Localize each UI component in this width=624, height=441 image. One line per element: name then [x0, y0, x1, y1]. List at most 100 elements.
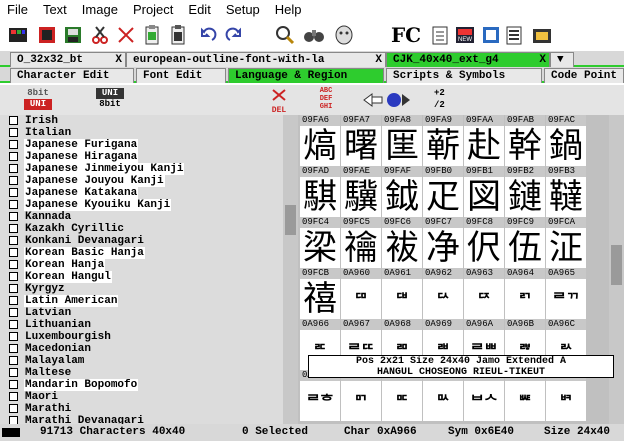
new-icon[interactable]: [4, 23, 32, 47]
language-checkbox[interactable]: [9, 416, 18, 424]
glyph-cell[interactable]: 0A961 ᄃᄇ: [382, 268, 422, 320]
list-item[interactable]: Japanese Katakana: [0, 187, 283, 199]
language-checkbox[interactable]: [9, 332, 18, 341]
language-checkbox[interactable]: [9, 320, 18, 329]
scale-button[interactable]: +2 /2: [434, 87, 460, 113]
list-item[interactable]: Kazakh Cyrillic: [0, 223, 283, 235]
list-item[interactable]: Japanese Jouyou Kanji: [0, 175, 283, 187]
tab-file-1[interactable]: european-outline-font-with-la X: [126, 52, 386, 67]
redo-icon[interactable]: [222, 23, 246, 47]
open-icon[interactable]: [34, 23, 60, 47]
convert-8bit-to-uni-button[interactable]: 8bit UNI: [24, 88, 52, 112]
tab-character-edit[interactable]: Character Edit: [10, 68, 134, 83]
list-item[interactable]: Mandarin Bopomofo: [0, 379, 283, 391]
glyph-cell[interactable]: 09FC5 禴: [341, 217, 381, 269]
list-item[interactable]: Korean Hanja: [0, 259, 283, 271]
glyph-cell[interactable]: 09FAC 鍋: [546, 115, 586, 167]
menu-image[interactable]: Image: [75, 0, 126, 20]
list-item[interactable]: Lithuanian: [0, 319, 283, 331]
glyph-cell[interactable]: 0A964 ᄅᄀ: [505, 268, 545, 320]
list-item[interactable]: Kyrgyz: [0, 283, 283, 295]
list-item[interactable]: Maltese: [0, 367, 283, 379]
language-checkbox[interactable]: [9, 224, 18, 233]
glyph-cell[interactable]: 09FA8 匩: [382, 115, 422, 167]
list-item[interactable]: Irish: [0, 115, 283, 127]
glyph-cell[interactable]: 09FB0 疋: [423, 166, 463, 218]
list-item[interactable]: Maori: [0, 391, 283, 403]
menu-setup[interactable]: Setup: [219, 0, 268, 20]
list-item[interactable]: Japanese Jinmeiyou Kanji: [0, 163, 283, 175]
menu-help[interactable]: Help: [268, 0, 310, 20]
scrollbar-thumb[interactable]: [611, 245, 622, 285]
language-checkbox[interactable]: [9, 368, 18, 377]
close-icon[interactable]: X: [375, 53, 382, 67]
tab-file-0[interactable]: O_32x32_bt X: [10, 52, 126, 67]
glyph-cell[interactable]: 09FB3 韃: [546, 166, 586, 218]
close-icon[interactable]: X: [539, 53, 546, 67]
glyph-cell[interactable]: 09FAF 鉞: [382, 166, 422, 218]
language-checkbox[interactable]: [9, 152, 18, 161]
glyph-cell[interactable]: 09FAD 騏: [300, 166, 340, 218]
face-icon[interactable]: [330, 23, 358, 47]
language-checkbox[interactable]: [9, 272, 18, 281]
glyph-cell[interactable]: 09FAE 驥: [341, 166, 381, 218]
undo-icon[interactable]: [196, 23, 220, 47]
language-checkbox[interactable]: [9, 404, 18, 413]
glyph-cell[interactable]: 09FA9 蕲: [423, 115, 463, 167]
glyph-cell[interactable]: 09FCB 禧: [300, 268, 340, 320]
list-item[interactable]: Japanese Furigana: [0, 139, 283, 151]
glyph-cell[interactable]: 09FAA 赴: [464, 115, 504, 167]
binoculars-icon[interactable]: [300, 23, 328, 47]
delete-button[interactable]: DEL: [266, 88, 292, 115]
find-icon[interactable]: [272, 23, 298, 47]
language-checkbox[interactable]: [9, 392, 18, 401]
folder-icon[interactable]: [528, 23, 556, 47]
language-checkbox[interactable]: [9, 260, 18, 269]
list-item[interactable]: Italian: [0, 127, 283, 139]
paste-icon[interactable]: [140, 23, 164, 47]
fc-icon[interactable]: FC: [386, 23, 426, 47]
language-checkbox[interactable]: [9, 188, 18, 197]
convert-uni-to-8bit-button[interactable]: UNI 8bit: [96, 88, 124, 112]
menu-file[interactable]: File: [0, 0, 36, 20]
copy-icon[interactable]: [114, 23, 138, 47]
glyph-cell[interactable]: 09FB2 鏈: [505, 166, 545, 218]
menu-text[interactable]: Text: [36, 0, 75, 20]
language-checkbox[interactable]: [9, 212, 18, 221]
language-checkbox[interactable]: [9, 344, 18, 353]
language-checkbox[interactable]: [9, 116, 18, 125]
list-item[interactable]: Malayalam: [0, 355, 283, 367]
list-item[interactable]: Konkani Devanagari: [0, 235, 283, 247]
list-item[interactable]: Japanese Hiragana: [0, 151, 283, 163]
list-item[interactable]: Marathi: [0, 403, 283, 415]
glyph-cell[interactable]: 09FB1 図: [464, 166, 504, 218]
language-checkbox[interactable]: [9, 284, 18, 293]
list-item[interactable]: Kannada: [0, 211, 283, 223]
swap-icon[interactable]: [362, 91, 412, 109]
tab-font-edit[interactable]: Font Edit: [136, 68, 226, 83]
clipboard-icon[interactable]: [166, 23, 190, 47]
glyph-cell[interactable]: 09FAB 幹: [505, 115, 545, 167]
glyph-cell[interactable]: 09FC6 袚: [382, 217, 422, 269]
tab-language-region[interactable]: Language & Region: [228, 68, 384, 83]
notepad-icon[interactable]: [428, 23, 452, 47]
language-checkbox[interactable]: [9, 200, 18, 209]
glyph-cell[interactable]: 09FC7 净: [423, 217, 463, 269]
language-checkbox[interactable]: [9, 356, 18, 365]
list-item[interactable]: Latvian: [0, 307, 283, 319]
glyph-cell[interactable]: 09FC8 伬: [464, 217, 504, 269]
list-item[interactable]: Japanese Kyouiku Kanji: [0, 199, 283, 211]
tab-scripts-symbols[interactable]: Scripts & Symbols: [386, 68, 542, 83]
glyph-cell[interactable]: 09FC4 梁: [300, 217, 340, 269]
language-list-scrollbar[interactable]: [283, 115, 298, 424]
save-icon[interactable]: [60, 23, 86, 47]
glyph-cell[interactable]: 09FA7 曙: [341, 115, 381, 167]
glyph-cell[interactable]: 0A960 ᄃᄆ: [341, 268, 381, 320]
language-checkbox[interactable]: [9, 128, 18, 137]
language-checkbox[interactable]: [9, 140, 18, 149]
list-item[interactable]: Korean Basic Hanja: [0, 247, 283, 259]
language-checkbox[interactable]: [9, 176, 18, 185]
list-item[interactable]: Latin American: [0, 295, 283, 307]
glyph-cell[interactable]: 09FC9 伍: [505, 217, 545, 269]
tab-file-2[interactable]: CJK_40x40_ext_g4 X: [386, 52, 550, 67]
